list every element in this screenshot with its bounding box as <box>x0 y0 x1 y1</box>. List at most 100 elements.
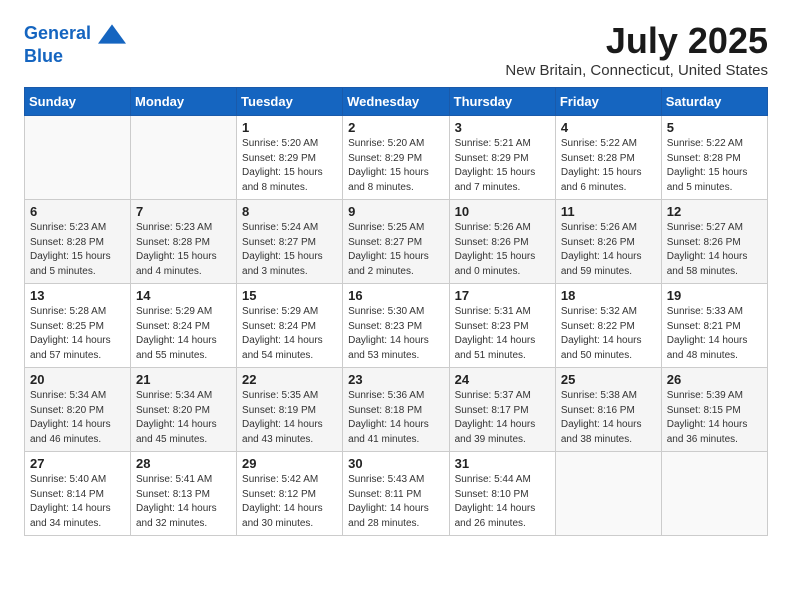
day-info: Sunrise: 5:23 AM Sunset: 8:28 PM Dayligh… <box>136 221 231 279</box>
location-title: New Britain, Connecticut, United States <box>505 62 768 79</box>
day-number: 23 <box>348 372 443 387</box>
calendar-cell: 14 Sunrise: 5:29 AM Sunset: 8:24 PM Dayli… <box>131 284 237 368</box>
day-info: Sunrise: 5:29 AM Sunset: 8:24 PM Dayligh… <box>242 305 337 363</box>
day-number: 11 <box>561 204 656 219</box>
weekday-header: Saturday <box>661 88 767 116</box>
calendar-week-row: 13Sunrise: 5:28 AM Sunset: 8:25 PM Dayli… <box>25 284 768 368</box>
calendar-cell: 7 Sunrise: 5:23 AM Sunset: 8:28 PM Daylig… <box>131 200 237 284</box>
day-number: 6 <box>30 204 125 219</box>
weekday-header: Tuesday <box>237 88 343 116</box>
calendar-cell: 30 Sunrise: 5:43 AM Sunset: 8:11 PM Dayli… <box>343 452 449 536</box>
day-number: 3 <box>455 120 550 135</box>
day-number: 7 <box>136 204 231 219</box>
day-number: 21 <box>136 372 231 387</box>
calendar-cell: 1 Sunrise: 5:20 AM Sunset: 8:29 PM Daylig… <box>237 116 343 200</box>
day-info: Sunrise: 5:24 AM Sunset: 8:27 PM Dayligh… <box>242 221 337 279</box>
day-info: Sunrise: 5:30 AM Sunset: 8:23 PM Dayligh… <box>348 305 443 363</box>
logo: General Blue <box>24 20 126 67</box>
day-info: Sunrise: 5:40 AM Sunset: 8:14 PM Dayligh… <box>30 473 125 531</box>
page-header: General Blue July 2025 New Britain, Conn… <box>24 20 768 79</box>
calendar-cell: 28 Sunrise: 5:41 AM Sunset: 8:13 PM Dayli… <box>131 452 237 536</box>
day-number: 26 <box>667 372 762 387</box>
weekday-header: Thursday <box>449 88 555 116</box>
calendar-week-row: 20 Sunrise: 5:34 AM Sunset: 8:20 PM Dayli… <box>25 368 768 452</box>
day-number: 28 <box>136 456 231 471</box>
calendar-cell: 22Sunrise: 5:35 AM Sunset: 8:19 PM Dayli… <box>237 368 343 452</box>
day-number: 14 <box>136 288 231 303</box>
calendar-cell: 27 Sunrise: 5:40 AM Sunset: 8:14 PM Dayli… <box>25 452 131 536</box>
weekday-header: Monday <box>131 88 237 116</box>
day-info: Sunrise: 5:27 AM Sunset: 8:26 PM Dayligh… <box>667 221 762 279</box>
calendar-cell: 31 Sunrise: 5:44 AM Sunset: 8:10 PM Dayli… <box>449 452 555 536</box>
day-number: 20 <box>30 372 125 387</box>
calendar-week-row: 6 Sunrise: 5:23 AM Sunset: 8:28 PM Daylig… <box>25 200 768 284</box>
day-info: Sunrise: 5:26 AM Sunset: 8:26 PM Dayligh… <box>455 221 550 279</box>
calendar-cell: 24Sunrise: 5:37 AM Sunset: 8:17 PM Dayli… <box>449 368 555 452</box>
calendar-cell: 21Sunrise: 5:34 AM Sunset: 8:20 PM Dayli… <box>131 368 237 452</box>
day-info: Sunrise: 5:33 AM Sunset: 8:21 PM Dayligh… <box>667 305 762 363</box>
calendar-cell: 18Sunrise: 5:32 AM Sunset: 8:22 PM Dayli… <box>555 284 661 368</box>
day-info: Sunrise: 5:39 AM Sunset: 8:15 PM Dayligh… <box>667 389 762 447</box>
calendar-cell: 23 Sunrise: 5:36 AM Sunset: 8:18 PM Dayli… <box>343 368 449 452</box>
calendar-cell: 5Sunrise: 5:22 AM Sunset: 8:28 PM Daylig… <box>661 116 767 200</box>
day-info: Sunrise: 5:20 AM Sunset: 8:29 PM Dayligh… <box>348 137 443 195</box>
logo-text: General <box>24 20 126 48</box>
calendar-cell: 3 Sunrise: 5:21 AM Sunset: 8:29 PM Daylig… <box>449 116 555 200</box>
calendar-cell: 19Sunrise: 5:33 AM Sunset: 8:21 PM Dayli… <box>661 284 767 368</box>
calendar-cell: 12 Sunrise: 5:27 AM Sunset: 8:26 PM Dayli… <box>661 200 767 284</box>
day-info: Sunrise: 5:25 AM Sunset: 8:27 PM Dayligh… <box>348 221 443 279</box>
calendar-cell: 2Sunrise: 5:20 AM Sunset: 8:29 PM Daylig… <box>343 116 449 200</box>
day-number: 4 <box>561 120 656 135</box>
day-info: Sunrise: 5:23 AM Sunset: 8:28 PM Dayligh… <box>30 221 125 279</box>
day-info: Sunrise: 5:43 AM Sunset: 8:11 PM Dayligh… <box>348 473 443 531</box>
calendar-week-row: 27 Sunrise: 5:40 AM Sunset: 8:14 PM Dayli… <box>25 452 768 536</box>
day-number: 9 <box>348 204 443 219</box>
calendar-cell: 16Sunrise: 5:30 AM Sunset: 8:23 PM Dayli… <box>343 284 449 368</box>
day-info: Sunrise: 5:28 AM Sunset: 8:25 PM Dayligh… <box>30 305 125 363</box>
day-info: Sunrise: 5:36 AM Sunset: 8:18 PM Dayligh… <box>348 389 443 447</box>
day-number: 8 <box>242 204 337 219</box>
calendar-cell: 25Sunrise: 5:38 AM Sunset: 8:16 PM Dayli… <box>555 368 661 452</box>
calendar-cell: 10 Sunrise: 5:26 AM Sunset: 8:26 PM Dayli… <box>449 200 555 284</box>
calendar-cell: 29Sunrise: 5:42 AM Sunset: 8:12 PM Dayli… <box>237 452 343 536</box>
day-number: 31 <box>455 456 550 471</box>
day-info: Sunrise: 5:29 AM Sunset: 8:24 PM Dayligh… <box>136 305 231 363</box>
calendar-cell: 13Sunrise: 5:28 AM Sunset: 8:25 PM Dayli… <box>25 284 131 368</box>
logo-blue: Blue <box>24 46 126 67</box>
day-number: 5 <box>667 120 762 135</box>
weekday-header: Friday <box>555 88 661 116</box>
day-number: 25 <box>561 372 656 387</box>
calendar-cell <box>131 116 237 200</box>
day-number: 27 <box>30 456 125 471</box>
month-title: July 2025 <box>505 20 768 62</box>
day-info: Sunrise: 5:35 AM Sunset: 8:19 PM Dayligh… <box>242 389 337 447</box>
calendar-cell: 26 Sunrise: 5:39 AM Sunset: 8:15 PM Dayli… <box>661 368 767 452</box>
day-info: Sunrise: 5:34 AM Sunset: 8:20 PM Dayligh… <box>30 389 125 447</box>
calendar-cell <box>661 452 767 536</box>
day-number: 29 <box>242 456 337 471</box>
calendar-week-row: 1 Sunrise: 5:20 AM Sunset: 8:29 PM Daylig… <box>25 116 768 200</box>
day-number: 1 <box>242 120 337 135</box>
day-info: Sunrise: 5:44 AM Sunset: 8:10 PM Dayligh… <box>455 473 550 531</box>
day-number: 15 <box>242 288 337 303</box>
day-number: 10 <box>455 204 550 219</box>
title-block: July 2025 New Britain, Connecticut, Unit… <box>505 20 768 79</box>
day-info: Sunrise: 5:20 AM Sunset: 8:29 PM Dayligh… <box>242 137 337 195</box>
day-number: 12 <box>667 204 762 219</box>
calendar-cell: 15 Sunrise: 5:29 AM Sunset: 8:24 PM Dayli… <box>237 284 343 368</box>
day-info: Sunrise: 5:21 AM Sunset: 8:29 PM Dayligh… <box>455 137 550 195</box>
day-number: 17 <box>455 288 550 303</box>
day-info: Sunrise: 5:22 AM Sunset: 8:28 PM Dayligh… <box>561 137 656 195</box>
day-number: 30 <box>348 456 443 471</box>
calendar-cell <box>25 116 131 200</box>
day-info: Sunrise: 5:31 AM Sunset: 8:23 PM Dayligh… <box>455 305 550 363</box>
calendar-cell: 8 Sunrise: 5:24 AM Sunset: 8:27 PM Daylig… <box>237 200 343 284</box>
day-number: 24 <box>455 372 550 387</box>
calendar-cell: 4 Sunrise: 5:22 AM Sunset: 8:28 PM Daylig… <box>555 116 661 200</box>
calendar-cell: 9 Sunrise: 5:25 AM Sunset: 8:27 PM Daylig… <box>343 200 449 284</box>
day-info: Sunrise: 5:41 AM Sunset: 8:13 PM Dayligh… <box>136 473 231 531</box>
calendar-cell: 20 Sunrise: 5:34 AM Sunset: 8:20 PM Dayli… <box>25 368 131 452</box>
weekday-header: Wednesday <box>343 88 449 116</box>
weekday-header-row: SundayMondayTuesdayWednesdayThursdayFrid… <box>25 88 768 116</box>
calendar-table: SundayMondayTuesdayWednesdayThursdayFrid… <box>24 87 768 536</box>
